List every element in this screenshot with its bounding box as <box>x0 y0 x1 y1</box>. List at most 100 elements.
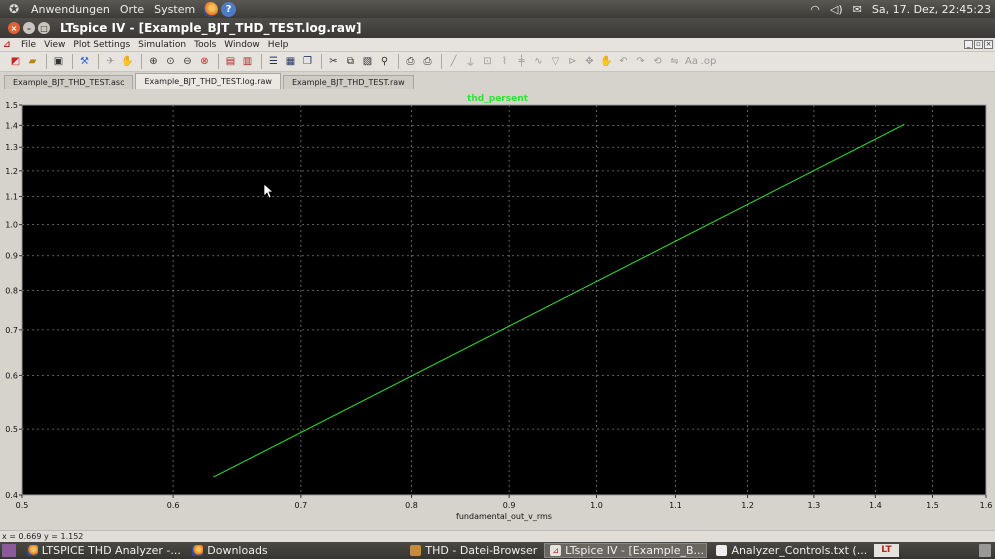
new-schematic-icon[interactable]: ◩ <box>8 54 23 69</box>
move-icon[interactable]: ✥ <box>582 54 597 69</box>
toolbar-separator <box>441 54 442 69</box>
menu-view[interactable]: View <box>40 40 69 50</box>
ubuntu-logo-icon[interactable]: ✪ <box>6 1 22 17</box>
volume-icon[interactable]: ◁) <box>830 3 843 16</box>
copy-icon[interactable]: ⧉ <box>343 54 358 69</box>
x-tick-label: 1.3 <box>808 501 821 510</box>
close-window-icon[interactable]: × <box>8 22 20 34</box>
menu-help[interactable]: Help <box>264 40 293 50</box>
menu-file[interactable]: File <box>17 40 40 50</box>
task-ltspice-thd-analyzer[interactable]: LTSPICE THD Analyzer -... <box>22 543 183 558</box>
save-icon[interactable]: ▣ <box>51 54 66 69</box>
plot-canvas[interactable]: 0.40.50.60.70.80.91.01.11.21.31.41.5 0.5… <box>0 89 995 529</box>
x-tick-label: 0.6 <box>167 501 180 510</box>
zoom-out-icon[interactable]: ⊖ <box>180 54 195 69</box>
x-axis-label[interactable]: fundamental_out_v_rms <box>456 512 552 521</box>
label-net-icon[interactable]: ⊡ <box>480 54 495 69</box>
toolbar-separator <box>321 54 322 69</box>
firefox-icon[interactable] <box>203 1 219 17</box>
toolbar-separator <box>218 54 219 69</box>
menu-applications[interactable]: Anwendungen <box>26 3 115 16</box>
mdi-minimize-icon[interactable]: _ <box>964 40 973 49</box>
document-tabs: Example_BJT_THD_TEST.asc Example_BJT_THD… <box>0 73 995 89</box>
y-tick-label: 1.0 <box>5 221 18 230</box>
cut-icon[interactable]: ✂ <box>326 54 341 69</box>
mail-icon[interactable]: ✉ <box>853 3 862 16</box>
x-tick-label: 1.0 <box>590 501 603 510</box>
menu-system[interactable]: System <box>149 3 200 16</box>
y-tick-label: 1.1 <box>5 193 18 202</box>
drag-icon[interactable]: ✋ <box>599 54 614 69</box>
tab-schematic[interactable]: Example_BJT_THD_TEST.asc <box>4 75 134 89</box>
ltspice-icon: ⊿ <box>550 545 562 556</box>
control-panel-icon[interactable]: ⚒ <box>77 54 92 69</box>
diode-icon[interactable]: ▽ <box>548 54 563 69</box>
maximize-window-icon[interactable]: □ <box>38 22 50 34</box>
menu-places[interactable]: Orte <box>115 3 149 16</box>
zoom-fit-icon[interactable]: ⊗ <box>197 54 212 69</box>
halt-icon[interactable]: ✋ <box>120 54 135 69</box>
menubar: ⊿ File View Plot Settings Simulation Too… <box>0 38 995 52</box>
ground-icon[interactable]: ⏚ <box>463 54 478 69</box>
plot-background[interactable] <box>21 104 987 496</box>
run-icon[interactable]: ✈ <box>103 54 118 69</box>
wire-icon[interactable]: ╱ <box>446 54 461 69</box>
x-tick-label: 1.4 <box>869 501 882 510</box>
waveform-viewer[interactable]: 0.4 0.5 0.6 0.7 0.8 0.9 1.0 1.1 1.2 1.3 1.4 1.5 0.5… <box>0 89 995 529</box>
open-icon[interactable]: ▰ <box>25 54 40 69</box>
tab-raw[interactable]: Example_BJT_THD_TEST.raw <box>282 75 414 89</box>
y-tick-label: 0.9 <box>5 252 18 261</box>
redo-icon[interactable]: ↷ <box>633 54 648 69</box>
undo-icon[interactable]: ↶ <box>616 54 631 69</box>
capacitor-icon[interactable]: ╪ <box>514 54 529 69</box>
rotate-icon[interactable]: ⟲ <box>650 54 665 69</box>
x-axis[interactable]: 0.5 0.6 0.7 0.8 0.9 1.0 1.1 1.2 1.3 1.4 1.5 1.6 fund… <box>16 495 993 521</box>
spice-directive-icon[interactable]: .op <box>701 54 717 69</box>
menu-tools[interactable]: Tools <box>190 40 220 50</box>
y-tick-label: 0.7 <box>5 326 18 335</box>
wifi-icon[interactable]: ◠ <box>810 3 820 16</box>
help-icon[interactable]: ? <box>221 1 237 17</box>
zoom-in-icon[interactable]: ⊕ <box>146 54 161 69</box>
toolbar-separator <box>261 54 262 69</box>
text-icon[interactable]: Aa <box>684 54 699 69</box>
task-file-browser[interactable]: THD - Datei-Browser <box>405 543 540 558</box>
y-axis[interactable]: 0.40.50.60.70.80.91.01.11.21.31.41.5 <box>5 101 22 500</box>
x-tick-label: 0.9 <box>503 501 516 510</box>
firefox-icon <box>26 545 38 556</box>
tile-vertical-icon[interactable]: ▦ <box>283 54 298 69</box>
show-desktop-icon[interactable] <box>2 544 16 557</box>
resistor-icon[interactable]: ⌇ <box>497 54 512 69</box>
paste-icon[interactable]: ▧ <box>360 54 375 69</box>
mdi-controls: _ ▫ × <box>964 40 995 49</box>
print-icon[interactable]: ⎙ <box>420 54 435 69</box>
minimize-window-icon[interactable]: – <box>23 22 35 34</box>
mirror-icon[interactable]: ⇋ <box>667 54 682 69</box>
cascade-icon[interactable]: ❐ <box>300 54 315 69</box>
plot-trace-title[interactable]: thd_persent <box>0 94 995 104</box>
pan-icon[interactable]: ⊙ <box>163 54 178 69</box>
trash-icon[interactable] <box>979 544 992 557</box>
inductor-icon[interactable]: ∿ <box>531 54 546 69</box>
autorange-icon[interactable]: ▤ <box>223 54 238 69</box>
clock[interactable]: Sa, 17. Dez, 22:45:23 <box>872 3 991 16</box>
ltspice-doc-icon[interactable]: ⊿ <box>3 40 13 50</box>
firefox-icon <box>192 545 204 556</box>
print-setup-icon[interactable]: ⎙ <box>403 54 418 69</box>
grid-icon[interactable]: ▥ <box>240 54 255 69</box>
menu-window[interactable]: Window <box>220 40 264 50</box>
tile-horizontal-icon[interactable]: ☰ <box>266 54 281 69</box>
ltspice-tray-icon[interactable]: LT <box>873 544 900 557</box>
component-icon[interactable]: ⊳ <box>565 54 580 69</box>
menu-simulation[interactable]: Simulation <box>134 40 190 50</box>
mdi-close-icon[interactable]: × <box>984 40 993 49</box>
x-tick-label: 1.2 <box>741 501 754 510</box>
tab-log-raw[interactable]: Example_BJT_THD_TEST.log.raw <box>135 73 281 89</box>
x-tick-label: 1.1 <box>669 501 682 510</box>
task-analyzer-controls[interactable]: Analyzer_Controls.txt (... <box>711 543 869 558</box>
task-downloads[interactable]: Downloads <box>187 543 271 558</box>
find-icon[interactable]: ⚲ <box>377 54 392 69</box>
task-ltspice[interactable]: ⊿ LTspice IV - [Example_B... <box>544 543 708 558</box>
mdi-restore-icon[interactable]: ▫ <box>974 40 983 49</box>
menu-plot-settings[interactable]: Plot Settings <box>69 40 134 50</box>
